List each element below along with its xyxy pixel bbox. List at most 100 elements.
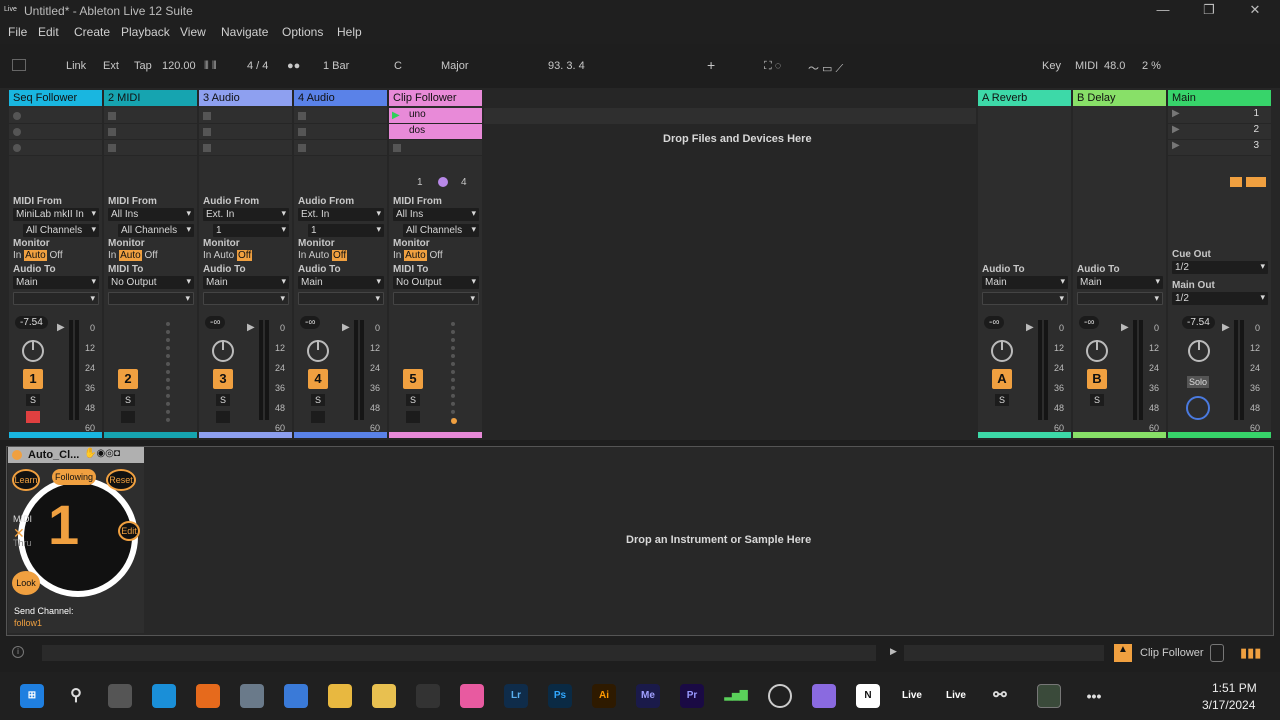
menu-edit[interactable]: Edit bbox=[38, 25, 59, 39]
premiere-icon[interactable]: Pr bbox=[680, 684, 704, 708]
scene-launch[interactable]: ▶ 1 bbox=[1168, 108, 1271, 124]
sub-output[interactable] bbox=[1077, 292, 1163, 305]
search-icon[interactable]: ⚲ bbox=[64, 684, 88, 708]
output-dropdown[interactable]: Main bbox=[13, 276, 99, 289]
clip-slot[interactable] bbox=[104, 108, 197, 124]
output-dropdown[interactable]: Main bbox=[982, 276, 1068, 289]
monitor-buttons[interactable]: In Auto Off bbox=[108, 250, 158, 261]
volume-value[interactable]: -∞ bbox=[984, 316, 1005, 329]
app-icon[interactable] bbox=[812, 684, 836, 708]
input-dropdown[interactable]: Ext. In bbox=[203, 208, 289, 221]
output-dropdown[interactable]: Main bbox=[298, 276, 384, 289]
sub-output[interactable] bbox=[393, 292, 479, 305]
follower-icon[interactable] bbox=[438, 177, 448, 187]
menu-file[interactable]: File bbox=[8, 25, 27, 39]
menu-playback[interactable]: Playback bbox=[121, 25, 170, 39]
arrangement-position[interactable]: 93. 3. 4 bbox=[548, 60, 585, 72]
file-explorer-icon[interactable] bbox=[328, 684, 352, 708]
track-activator[interactable]: 4 bbox=[308, 369, 328, 389]
close-icon[interactable]: ✕ bbox=[1240, 2, 1270, 20]
input-dropdown[interactable]: All Ins bbox=[393, 208, 479, 221]
volume-value[interactable]: -7.54 bbox=[1182, 316, 1215, 329]
chart-app-icon[interactable]: ▂▅▇ bbox=[724, 684, 748, 708]
photoshop-icon[interactable]: Ps bbox=[548, 684, 572, 708]
return-header-b[interactable]: B Delay bbox=[1073, 90, 1166, 106]
clip-slot[interactable] bbox=[294, 108, 387, 124]
track-header-2-midi[interactable]: 2 MIDI bbox=[104, 90, 197, 106]
volume-value[interactable]: -∞ bbox=[300, 316, 321, 329]
link-app-icon[interactable]: ⚯ bbox=[988, 684, 1012, 708]
pan-knob[interactable] bbox=[307, 340, 329, 362]
monitor-buttons[interactable]: In Auto Off bbox=[298, 250, 348, 261]
midi-monitor-icon[interactable] bbox=[1210, 644, 1224, 662]
fader-handle-icon[interactable]: ▶ bbox=[1121, 322, 1129, 333]
key-dropdown[interactable]: C bbox=[394, 60, 402, 72]
track-activator[interactable]: 1 bbox=[23, 369, 43, 389]
clip-slot[interactable] bbox=[9, 140, 102, 156]
track-header-4-audio[interactable]: 4 Audio bbox=[294, 90, 387, 106]
output-dropdown[interactable]: No Output bbox=[393, 276, 479, 289]
scale-dropdown[interactable]: Major bbox=[441, 60, 469, 72]
menu-help[interactable]: Help bbox=[337, 25, 362, 39]
midi-map-button[interactable]: MIDI bbox=[1075, 60, 1098, 72]
clock-date[interactable]: 3/17/2024 bbox=[1202, 698, 1255, 712]
clock-time[interactable]: 1:51 PM bbox=[1212, 681, 1257, 695]
calculator-icon[interactable] bbox=[284, 684, 308, 708]
solo-button[interactable]: S bbox=[995, 394, 1009, 406]
clip-slot[interactable] bbox=[104, 124, 197, 140]
cue-out-dropdown[interactable]: 1/2 bbox=[1172, 261, 1268, 274]
track-header-clip-follower[interactable]: Clip Follower bbox=[389, 90, 482, 106]
lightroom-icon[interactable]: Lr bbox=[504, 684, 528, 708]
solo-cue-button[interactable]: Solo bbox=[1187, 376, 1210, 388]
clip-slot[interactable] bbox=[389, 140, 482, 156]
monitor-buttons[interactable]: In Auto Off bbox=[203, 250, 253, 261]
info-icon[interactable]: i bbox=[12, 646, 24, 658]
track-activator[interactable]: 2 bbox=[118, 369, 138, 389]
solo-button[interactable]: S bbox=[26, 394, 40, 406]
clip-slot[interactable] bbox=[199, 108, 292, 124]
track-activator[interactable]: 5 bbox=[403, 369, 423, 389]
channel-dropdown[interactable]: All Channels bbox=[23, 224, 99, 237]
nudge-icon[interactable]: ⦀ ⦀ bbox=[204, 60, 217, 73]
output-dropdown[interactable]: Main bbox=[203, 276, 289, 289]
channel-dropdown[interactable]: All Channels bbox=[403, 224, 479, 237]
reset-button[interactable]: Reset bbox=[106, 469, 136, 491]
input-dropdown[interactable]: Ext. In bbox=[298, 208, 384, 221]
track-activator[interactable]: 3 bbox=[213, 369, 233, 389]
app-icon[interactable] bbox=[460, 684, 484, 708]
track-warning-icon[interactable]: ▲ bbox=[1114, 644, 1132, 662]
add-icon[interactable]: + bbox=[707, 57, 715, 73]
solo-button[interactable]: S bbox=[406, 394, 420, 406]
edge-icon[interactable] bbox=[152, 684, 176, 708]
volume-value[interactable]: -∞ bbox=[1079, 316, 1100, 329]
sub-output[interactable] bbox=[203, 292, 289, 305]
monitor-buttons[interactable]: In Auto Off bbox=[13, 250, 63, 261]
channel-dropdown[interactable]: 1 bbox=[308, 224, 384, 237]
return-activator[interactable]: A bbox=[992, 369, 1012, 389]
look-button[interactable]: Look bbox=[12, 571, 40, 595]
notion-icon[interactable]: N bbox=[856, 684, 880, 708]
monitor-buttons[interactable]: In Auto Off bbox=[393, 250, 443, 261]
input-dropdown[interactable]: MiniLab mkII In bbox=[13, 208, 99, 221]
mixer-toggle-icon[interactable]: ▮▮▮ bbox=[1240, 645, 1261, 661]
clip-uno[interactable]: ▶ uno bbox=[389, 108, 482, 124]
output-dropdown[interactable]: Main bbox=[1077, 276, 1163, 289]
scene-launch[interactable]: ▶ 3 bbox=[1168, 140, 1271, 156]
draw-mode-icon[interactable]: 〜 ▭ ⟋ bbox=[808, 60, 843, 76]
clip-play-icon[interactable]: ▶ bbox=[392, 110, 400, 121]
track-header-seq-follower[interactable]: Seq Follower bbox=[9, 90, 102, 106]
fader-handle-icon[interactable]: ▶ bbox=[1222, 322, 1230, 333]
overview-play-icon[interactable]: ▶ bbox=[890, 646, 897, 657]
ableton-live-icon[interactable]: Live bbox=[944, 684, 968, 708]
solo-button[interactable]: S bbox=[216, 394, 230, 406]
illustrator-icon[interactable]: Ai bbox=[592, 684, 616, 708]
stop-all-icon[interactable] bbox=[1230, 177, 1242, 187]
clip-slot[interactable] bbox=[199, 124, 292, 140]
solo-button[interactable]: S bbox=[1090, 394, 1104, 406]
track-header-3-audio[interactable]: 3 Audio bbox=[199, 90, 292, 106]
menu-navigate[interactable]: Navigate bbox=[221, 25, 268, 39]
arm-button[interactable] bbox=[121, 411, 135, 423]
solo-button[interactable]: S bbox=[121, 394, 135, 406]
pan-knob[interactable] bbox=[1188, 340, 1210, 362]
channel-dropdown[interactable]: All Channels bbox=[118, 224, 194, 237]
